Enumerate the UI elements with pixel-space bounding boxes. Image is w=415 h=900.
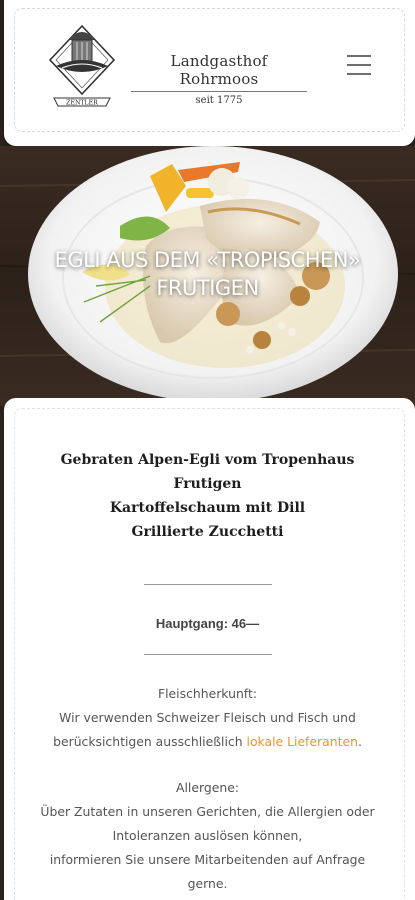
- meat-origin-section: Fleischherkunft: Wir verwenden Schweizer…: [0, 682, 415, 754]
- dish-line: Kartoffelschaum mit Dill: [109, 500, 306, 516]
- allergens-text: Intoleranzen auslösen können,: [112, 828, 303, 843]
- allergens-text: informieren Sie unsere Mitarbeitenden au…: [49, 852, 366, 867]
- hamburger-menu-icon[interactable]: [347, 55, 371, 77]
- allergens-text: Über Zutaten in unseren Gerichten, die A…: [40, 804, 375, 819]
- brand-since: seit 1775: [195, 95, 243, 106]
- allergens-text: gerne.: [187, 876, 228, 891]
- menu-bar: [347, 64, 371, 66]
- logo[interactable]: ZENTLER: [48, 24, 116, 114]
- main-course-price: Hauptgang: 46—: [155, 616, 260, 631]
- hero-title-line1: Egli aus dem «Tropischen»: [54, 248, 361, 272]
- menu-bar: [347, 55, 371, 57]
- meat-origin-heading: Fleischherkunft:: [157, 686, 257, 701]
- dish-line: Frutigen: [173, 476, 242, 492]
- meat-origin-text-suffix: .: [357, 734, 362, 749]
- brand[interactable]: Landgasthof Rohrmoos seit 1775: [131, 52, 307, 106]
- site-header: ZENTLER Landgasthof Rohrmoos seit 1775: [4, 0, 415, 146]
- hero-banner: Egli aus dem «Tropischen» Frutigen: [0, 146, 415, 406]
- logo-text: ZENTLER: [66, 100, 98, 107]
- meat-origin-text-prefix: berücksichtigen ausschließlich: [53, 734, 247, 749]
- meat-origin-text: Wir verwenden Schweizer Fleisch und Fisc…: [59, 710, 356, 725]
- dish-description: Gebraten Alpen-Egli vom Tropenhaus Fruti…: [4, 448, 411, 544]
- meat-origin-text: berücksichtigen ausschließlich lokale Li…: [0, 730, 415, 754]
- brand-name: Landgasthof Rohrmoos: [131, 52, 307, 92]
- hero-title-line2: Frutigen: [156, 276, 259, 300]
- divider: [144, 584, 272, 585]
- local-suppliers-link[interactable]: lokale Lieferanten: [247, 734, 358, 749]
- divider: [144, 654, 272, 655]
- allergens-heading: Allergene:: [176, 780, 239, 795]
- menu-bar: [347, 73, 371, 75]
- dish-line: Grillierte Zucchetti: [131, 524, 284, 540]
- allergens-section: Allergene: Über Zutaten in unseren Geric…: [0, 776, 415, 896]
- dish-line: Gebraten Alpen-Egli vom Tropenhaus: [60, 452, 355, 468]
- hero-title: Egli aus dem «Tropischen» Frutigen: [0, 246, 415, 302]
